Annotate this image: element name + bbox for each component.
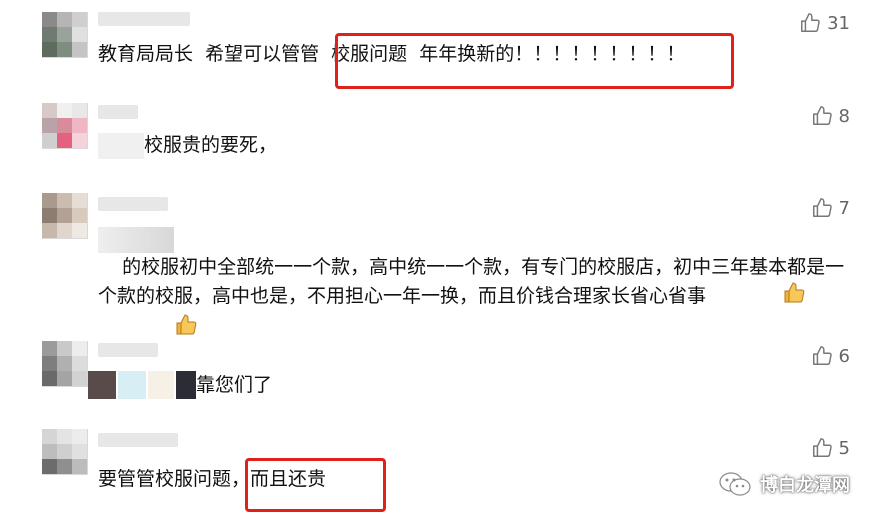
nickname-blurred xyxy=(98,343,158,357)
blurred-text xyxy=(176,371,196,399)
nickname-blurred xyxy=(98,433,178,447)
nickname-blurred xyxy=(98,197,168,211)
avatar[interactable] xyxy=(42,429,88,475)
like-button[interactable]: 8 xyxy=(811,105,850,127)
comment-5: 要管管校服问题，而且还贵 5 xyxy=(0,425,880,515)
avatar[interactable] xyxy=(42,103,88,149)
thumbs-up-emoji xyxy=(706,281,806,313)
like-button[interactable]: 7 xyxy=(811,197,850,219)
blurred-text xyxy=(148,371,174,399)
like-count: 8 xyxy=(838,105,850,127)
wechat-icon xyxy=(718,471,752,497)
comment-3: 的校服初中全部统一一个款，高中统一一个款，有专门的校服店，初中三年基本都是一个款… xyxy=(0,185,880,335)
highlight-box xyxy=(245,458,386,512)
watermark-text: 博白龙潭网 xyxy=(760,475,850,496)
comment-text: 靠您们了 xyxy=(196,374,273,396)
like-count: 31 xyxy=(827,12,850,34)
avatar[interactable] xyxy=(42,341,88,387)
thumbs-up-icon xyxy=(812,438,832,457)
like-count: 5 xyxy=(838,437,850,459)
watermark: 博白龙潭网 xyxy=(718,471,850,497)
thumbs-up-icon xyxy=(812,106,832,125)
avatar[interactable] xyxy=(42,193,88,239)
thumbs-up-icon xyxy=(812,346,832,365)
blurred-text xyxy=(88,371,116,399)
blurred-text xyxy=(98,133,144,159)
like-count: 7 xyxy=(838,197,850,219)
nickname-blurred xyxy=(98,105,138,119)
nickname-blurred xyxy=(98,12,190,26)
thumbs-up-icon xyxy=(801,13,820,32)
like-button[interactable]: 31 xyxy=(799,12,850,34)
thumbs-up-icon xyxy=(812,198,832,217)
comment-4: 靠您们了 6 xyxy=(0,335,880,425)
like-button[interactable]: 5 xyxy=(811,437,850,459)
comment-2: 校服贵的要死， 8 xyxy=(0,95,880,185)
comment-1: 教育局局长 希望可以管管 校服问题 年年换新的！！！！！！！！！ 31 xyxy=(0,0,880,95)
avatar[interactable] xyxy=(42,12,88,58)
like-count: 6 xyxy=(838,345,850,367)
comment-text: 校服贵的要死， xyxy=(144,134,278,156)
blurred-text xyxy=(118,371,146,399)
like-button[interactable]: 6 xyxy=(811,345,850,367)
highlight-box xyxy=(335,33,734,89)
